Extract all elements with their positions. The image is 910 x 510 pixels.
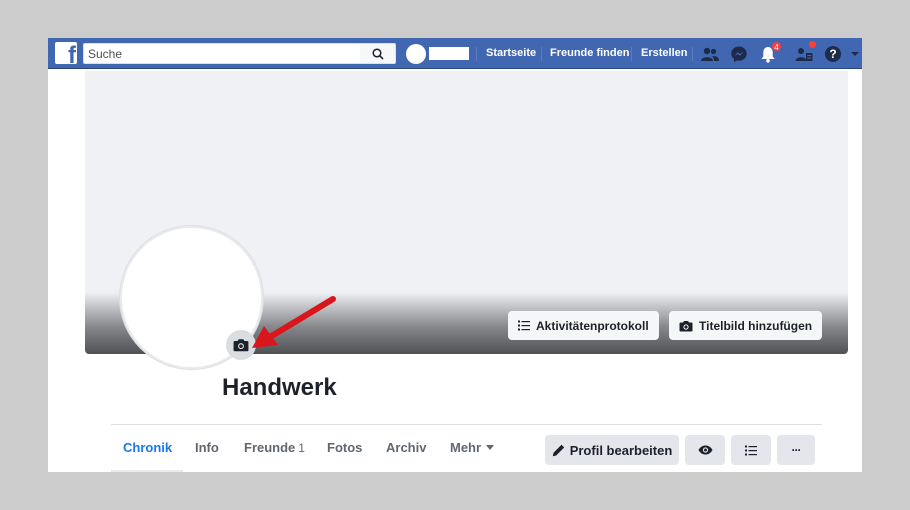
- profile-name: Handwerk: [222, 374, 337, 401]
- tab-chronik[interactable]: Chronik: [123, 436, 172, 460]
- activity-log-list-button[interactable]: [731, 435, 771, 465]
- nav-find-friends-link[interactable]: Freunde finden: [550, 38, 629, 69]
- nav-divider: [476, 47, 477, 61]
- browser-frame: f Startseite Freunde finden Erstellen 4: [48, 38, 862, 472]
- friend-requests-icon: [701, 47, 719, 61]
- nav-divider: [631, 47, 632, 61]
- more-options-button[interactable]: ···: [777, 435, 815, 465]
- more-icon: ···: [791, 443, 802, 457]
- edit-profile-button[interactable]: Profil bearbeiten: [545, 435, 679, 465]
- eye-icon: [698, 445, 712, 455]
- account-menu-button[interactable]: [848, 43, 862, 65]
- add-cover-photo-button[interactable]: Titelbild hinzufügen: [669, 311, 823, 340]
- help-button[interactable]: ?: [822, 43, 844, 65]
- tab-freunde[interactable]: Freunde 1: [244, 436, 305, 460]
- groups-badge: [808, 40, 817, 49]
- nav-divider: [541, 47, 542, 61]
- search-icon: [371, 47, 384, 60]
- chevron-down-icon: [851, 52, 859, 56]
- friends-count: 1: [298, 441, 305, 455]
- top-navigation-bar: f Startseite Freunde finden Erstellen 4: [48, 38, 862, 69]
- notifications-button[interactable]: 4: [757, 41, 782, 65]
- tab-mehr[interactable]: Mehr: [450, 436, 495, 460]
- search-button[interactable]: [360, 43, 396, 64]
- user-avatar[interactable]: [406, 44, 426, 64]
- pencil-icon: [552, 444, 564, 456]
- help-icon: ?: [825, 46, 841, 62]
- messenger-icon: [731, 46, 747, 62]
- friend-requests-button[interactable]: [699, 43, 721, 65]
- section-divider: [111, 424, 822, 425]
- groups-button[interactable]: [793, 40, 817, 65]
- nav-home-link[interactable]: Startseite: [486, 38, 536, 69]
- activity-log-button[interactable]: Aktivitätenprotokoll: [508, 311, 659, 340]
- list-icon: [745, 445, 757, 455]
- tab-archiv[interactable]: Archiv: [386, 436, 426, 460]
- notifications-badge: 4: [771, 41, 782, 52]
- annotation-arrow: [252, 296, 336, 348]
- camera-icon: [679, 320, 693, 331]
- search-box: [83, 43, 395, 64]
- user-name-link[interactable]: [429, 47, 469, 60]
- svg-text:?: ?: [829, 47, 836, 61]
- nav-create-link[interactable]: Erstellen: [641, 38, 687, 69]
- active-tab-indicator: [111, 470, 183, 472]
- tab-info[interactable]: Info: [195, 436, 219, 460]
- nav-divider: [692, 47, 693, 61]
- facebook-logo[interactable]: f: [55, 42, 77, 64]
- view-as-button[interactable]: [685, 435, 725, 465]
- messenger-button[interactable]: [728, 43, 750, 65]
- search-input[interactable]: [84, 44, 354, 63]
- tab-fotos[interactable]: Fotos: [327, 436, 362, 460]
- list-icon: [518, 320, 530, 331]
- caret-down-icon: [486, 445, 495, 451]
- camera-icon: [233, 339, 249, 352]
